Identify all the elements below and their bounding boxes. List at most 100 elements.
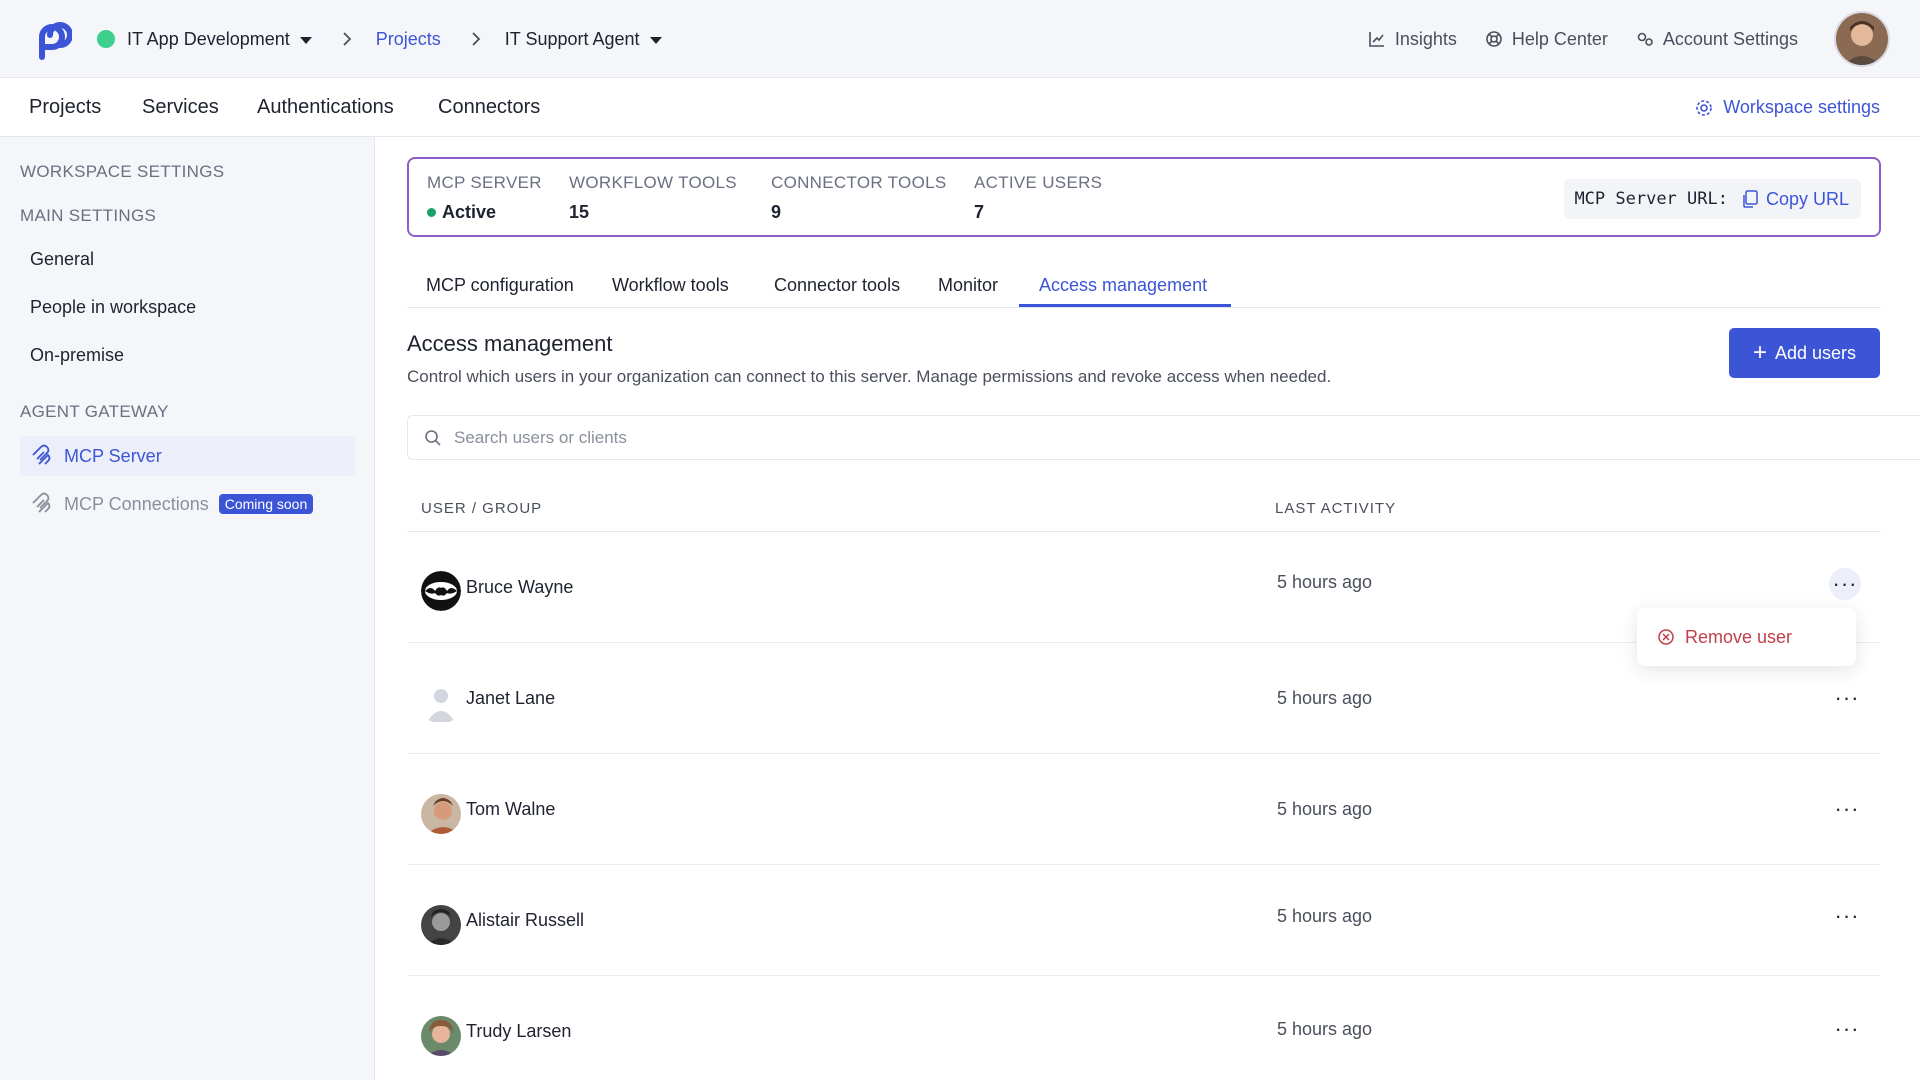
remove-user-label: Remove user [1685, 626, 1793, 647]
last-activity: 5 hours ago [1277, 687, 1373, 708]
search-icon [425, 429, 441, 446]
top-right-nav: Insights Help Center Account Settings [1340, 0, 1890, 78]
mcp-icon [32, 492, 51, 513]
chevron-down-icon[interactable] [299, 37, 312, 44]
user-name: Tom Walne [466, 798, 556, 819]
stat-value: 7 [974, 202, 985, 222]
tab-access-management[interactable]: Access management [1039, 262, 1207, 308]
column-header-activity: LAST ACTIVITY [1275, 500, 1397, 517]
nav-connectors[interactable]: Connectors [438, 78, 540, 137]
plus-icon: + [1752, 339, 1767, 366]
tab-workflow-tools[interactable]: Workflow tools [612, 262, 729, 308]
breadcrumb-projects-link[interactable]: Projects [376, 29, 441, 50]
avatar [421, 571, 461, 611]
mcp-server-url-box: MCP Server URL: Copy URL [1564, 179, 1861, 219]
last-activity: 5 hours ago [1277, 798, 1373, 819]
stat-workflow-tools: WORKFLOW TOOLS 15 [569, 173, 737, 223]
sidebar-heading-main: MAIN SETTINGS [20, 206, 157, 225]
sidebar-heading-workspace: WORKSPACE SETTINGS [20, 162, 225, 181]
column-header-user: USER / GROUP [421, 500, 543, 517]
avatar [421, 905, 461, 945]
user-avatar[interactable] [1834, 11, 1890, 67]
sidebar-item-general[interactable]: General [30, 249, 94, 270]
status-dot [427, 208, 436, 217]
insights-link[interactable]: Insights [1368, 29, 1457, 50]
mcp-icon [32, 444, 51, 465]
project-selector[interactable]: IT Support Agent [505, 29, 640, 50]
avatar [421, 794, 461, 834]
workspace-settings-link[interactable]: Workspace settings [1695, 78, 1880, 137]
nav-projects[interactable]: Projects [29, 78, 101, 137]
insights-label: Insights [1394, 28, 1457, 49]
stat-value: Active [427, 202, 542, 223]
chevron-right-icon [471, 31, 481, 47]
lifebuoy-icon [1486, 31, 1502, 47]
coming-soon-badge: Coming soon [218, 494, 314, 514]
more-options-button[interactable]: ··· [1827, 683, 1867, 713]
workspace-selector[interactable]: IT App Development [127, 29, 290, 50]
more-options-button[interactable]: ··· [1829, 568, 1861, 600]
gears-icon [1637, 32, 1653, 46]
help-center-label: Help Center [1511, 28, 1608, 49]
stat-label: MCP SERVER [427, 173, 542, 192]
sidebar-item-on-premise[interactable]: On-premise [30, 345, 124, 366]
user-name: Trudy Larsen [466, 1020, 572, 1041]
chart-icon [1369, 32, 1384, 47]
user-name: Alistair Russell [466, 909, 585, 930]
stat-label: WORKFLOW TOOLS [569, 173, 737, 192]
tab-mcp-configuration[interactable]: MCP configuration [426, 262, 574, 308]
copy-url-label: Copy URL [1765, 188, 1849, 209]
table-row: Trudy Larsen 5 hours ago ··· [407, 976, 1881, 1080]
table-row: Tom Walne 5 hours ago ··· [407, 754, 1881, 865]
sidebar-item-people[interactable]: People in workspace [30, 297, 196, 318]
stat-label: CONNECTOR TOOLS [771, 173, 947, 192]
add-users-button[interactable]: + Add users [1729, 328, 1880, 378]
chevron-right-icon [342, 31, 352, 47]
section-description: Control which users in your organization… [407, 367, 1332, 386]
stat-value: 15 [569, 202, 590, 222]
help-center-link[interactable]: Help Center [1485, 29, 1608, 50]
workspace-settings-label: Workspace settings [1723, 97, 1880, 117]
avatar [421, 684, 461, 724]
stat-connector-tools: CONNECTOR TOOLS 9 [771, 173, 946, 223]
copy-icon [1743, 190, 1758, 208]
mcp-server-url-label: MCP Server URL: [1574, 189, 1728, 209]
sidebar-item-mcp-server[interactable]: MCP Server [20, 436, 355, 476]
breadcrumb: IT App Development Projects IT Support A… [97, 0, 662, 78]
main-nav: Projects Services Authentications Connec… [0, 78, 1920, 137]
chevron-down-icon[interactable] [649, 37, 662, 44]
app-logo-icon[interactable] [28, 17, 72, 61]
status-text: Active [442, 202, 497, 222]
top-bar: IT App Development Projects IT Support A… [0, 0, 1920, 78]
table-header: USER / GROUP LAST ACTIVITY [407, 492, 1881, 532]
account-settings-link[interactable]: Account Settings [1636, 29, 1798, 50]
copy-url-button[interactable]: Copy URL [1740, 189, 1849, 210]
last-activity: 5 hours ago [1277, 905, 1373, 926]
section-title: Access management [407, 331, 613, 356]
more-options-button[interactable]: ··· [1827, 1014, 1867, 1044]
gear-icon [1696, 99, 1713, 116]
user-name: Bruce Wayne [466, 576, 574, 597]
user-name: Janet Lane [466, 687, 556, 708]
sidebar-item-label: MCP Connections [64, 493, 209, 514]
tab-connector-tools[interactable]: Connector tools [774, 262, 900, 308]
server-stats-panel: MCP SERVER Active WORKFLOW TOOLS 15 CONN… [407, 157, 1881, 237]
search-input[interactable] [454, 427, 1854, 448]
active-tab-indicator [1019, 304, 1231, 307]
sidebar-heading-gateway: AGENT GATEWAY [20, 402, 169, 421]
nav-services[interactable]: Services [142, 78, 219, 137]
sidebar-item-mcp-connections: MCP Connections Coming soon [30, 484, 314, 524]
account-settings-label: Account Settings [1662, 28, 1798, 49]
stat-active-users: ACTIVE USERS 7 [974, 173, 1102, 223]
more-options-button[interactable]: ··· [1827, 794, 1867, 824]
more-options-button[interactable]: ··· [1827, 901, 1867, 931]
workspace-status-dot [97, 30, 115, 48]
sidebar-item-label: MCP Server [64, 445, 162, 466]
remove-user-menu-item[interactable]: Remove user [1637, 608, 1856, 666]
avatar [421, 1016, 461, 1056]
stat-mcp-server: MCP SERVER Active [427, 173, 542, 223]
tab-monitor[interactable]: Monitor [938, 262, 998, 308]
nav-authentications[interactable]: Authentications [257, 78, 394, 137]
stat-label: ACTIVE USERS [974, 173, 1103, 192]
stat-value: 9 [771, 202, 782, 222]
